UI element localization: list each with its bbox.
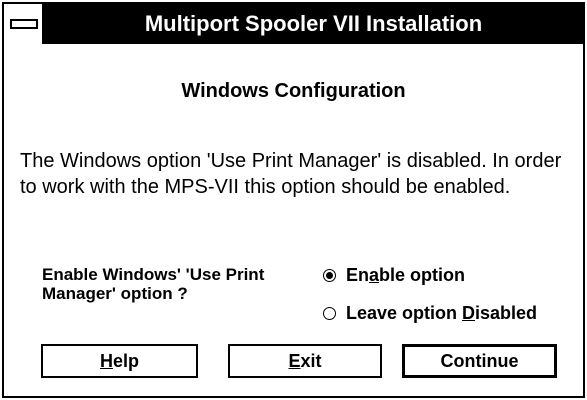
radio-enable-label: Enable option — [346, 265, 466, 285]
radio-leave-disabled-label: Leave option Disabled — [346, 303, 538, 323]
enable-prompt-label: Enable Windows' 'Use Print Manager' opti… — [42, 265, 265, 303]
exit-button-label: Exit — [288, 350, 322, 371]
help-button[interactable]: Help — [41, 344, 198, 378]
installation-dialog: Multiport Spooler VII Installation Windo… — [2, 2, 585, 398]
system-menu-button[interactable] — [4, 4, 44, 44]
radio-leave-disabled[interactable]: Leave option Disabled — [323, 303, 537, 324]
info-message: The Windows option 'Use Print Manager' i… — [20, 150, 562, 198]
system-menu-icon — [10, 19, 38, 29]
title-bar: Multiport Spooler VII Installation — [4, 4, 583, 44]
radio-unselected-icon — [323, 307, 336, 320]
radio-enable-option[interactable]: Enable option — [323, 265, 465, 286]
radio-selected-icon — [323, 269, 336, 282]
exit-button[interactable]: Exit — [228, 344, 382, 378]
window-title: Multiport Spooler VII Installation — [144, 11, 483, 36]
continue-button[interactable]: Continue — [402, 344, 557, 378]
continue-button-label: Continue — [440, 350, 519, 371]
dialog-heading: Windows Configuration — [181, 80, 406, 102]
help-button-label: Help — [99, 350, 139, 371]
